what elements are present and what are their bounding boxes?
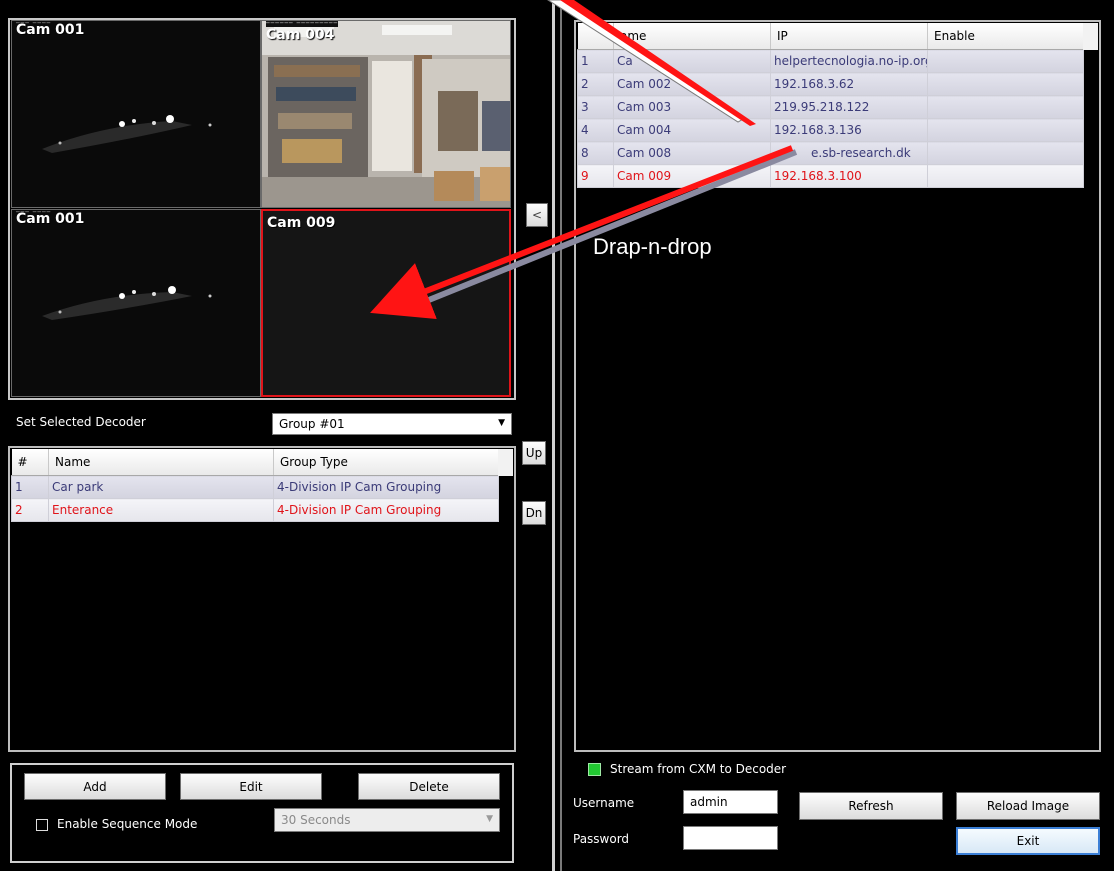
camera-enable[interactable] (927, 95, 1084, 119)
camera-name: Cam 003 (613, 95, 771, 119)
exit-button[interactable]: Exit (956, 827, 1100, 855)
sequence-interval-value: 30 Seconds (281, 813, 351, 827)
row-number: 4 (577, 118, 614, 142)
password-field[interactable] (683, 826, 778, 850)
camera-enable[interactable] (927, 49, 1084, 73)
camera-tile-4-selected[interactable]: Cam 009 (261, 209, 511, 397)
add-button[interactable]: Add (24, 773, 166, 800)
decoder-selected-value: Group #01 (279, 417, 345, 431)
groups-header-scroll-cap (498, 449, 513, 476)
camera-tile-3[interactable]: ─── ──── Cam 001 (11, 209, 261, 397)
camera-enable[interactable] (927, 141, 1084, 165)
group-name: Enterance (48, 498, 274, 522)
camera-name: Cam 008 (613, 141, 771, 165)
group-type: 4-Division IP Cam Grouping (273, 498, 499, 522)
groups-table-header: # Name Group Type (11, 449, 499, 476)
row-number: 1 (11, 475, 49, 499)
edit-button[interactable]: Edit (180, 773, 322, 800)
camera-ip: 192.168.3.100 (770, 164, 928, 188)
sequence-mode-checkbox[interactable] (36, 819, 48, 831)
camera-table-header: ame IP Enable (577, 23, 1084, 50)
camera-ip: 192.168.3.136 (770, 118, 928, 142)
column-header[interactable]: # (11, 449, 49, 476)
camera-ip: 219.95.218.122 (770, 95, 928, 119)
camera-tile-label: Cam 009 (267, 215, 336, 231)
camera-ip: 192.168.3.62 (770, 72, 928, 96)
row-number: 9 (577, 164, 614, 188)
camera-header-scroll-cap (1083, 23, 1098, 50)
table-row[interactable]: 3 Cam 003 219.95.218.122 (577, 95, 1084, 119)
move-up-button[interactable]: Up (522, 441, 546, 465)
column-header[interactable]: ame (613, 23, 771, 50)
stream-label: Stream from CXM to Decoder (610, 762, 787, 776)
username-field[interactable]: admin (683, 790, 778, 814)
username-label: Username (573, 796, 635, 810)
groups-table: # Name Group Type 1 Car park 4-Division … (11, 449, 499, 522)
table-row[interactable]: 1 Ca helpertecnologia.no-ip.org (577, 49, 1084, 73)
chevron-down-icon: ▼ (486, 814, 493, 824)
table-row[interactable]: 8 Cam 008 e.sb-research.dk (577, 141, 1084, 165)
decoder-group-select[interactable]: Group #01 ▼ (272, 413, 512, 435)
move-down-button[interactable]: Dn (522, 501, 546, 525)
table-row[interactable]: 4 Cam 004 192.168.3.136 (577, 118, 1084, 142)
overlay-meta-text: ────── ───────── (266, 20, 339, 27)
camera-tile-1[interactable]: ─── ──── Cam 001 (11, 20, 261, 208)
drag-and-drop-annotation: Drap-n-drop (593, 234, 712, 259)
row-number: 2 (577, 72, 614, 96)
group-type: 4-Division IP Cam Grouping (273, 475, 499, 499)
column-header[interactable]: Enable (927, 23, 1084, 50)
row-number: 2 (11, 498, 49, 522)
row-number: 3 (577, 95, 614, 119)
password-label: Password (573, 832, 630, 846)
camera-enable[interactable] (927, 72, 1084, 96)
camera-name: Cam 009 (613, 164, 771, 188)
table-row-selected[interactable]: 9 Cam 009 192.168.3.100 (577, 164, 1084, 188)
move-left-button[interactable]: < (526, 203, 548, 227)
night-scene-image (12, 210, 260, 396)
table-row[interactable]: 1 Car park 4-Division IP Cam Grouping (11, 475, 499, 499)
table-row-selected[interactable]: 2 Enterance 4-Division IP Cam Grouping (11, 498, 499, 522)
group-name: Car park (48, 475, 274, 499)
vertical-divider-inner (560, 0, 562, 871)
column-header[interactable]: Name (48, 449, 274, 476)
camera-name: Ca (613, 49, 771, 73)
camera-ip: helpertecnologia.no-ip.org (770, 49, 928, 73)
camera-tile-label: Cam 001 (16, 22, 85, 38)
camera-enable[interactable] (927, 164, 1084, 188)
camera-ip: e.sb-research.dk (770, 141, 928, 165)
username-value: admin (690, 795, 728, 809)
camera-tile-2[interactable]: ────── ───────── Cam 004 (261, 20, 511, 208)
column-header[interactable]: IP (770, 23, 928, 50)
night-scene-image (12, 21, 260, 207)
camera-name: Cam 002 (613, 72, 771, 96)
row-number: 8 (577, 141, 614, 165)
chevron-down-icon: ▼ (498, 418, 505, 428)
table-row[interactable]: 2 Cam 002 192.168.3.62 (577, 72, 1084, 96)
sequence-interval-select[interactable]: 30 Seconds ▼ (274, 808, 500, 832)
delete-button[interactable]: Delete (358, 773, 500, 800)
refresh-button[interactable]: Refresh (799, 792, 943, 820)
camera-tile-label: Cam 001 (16, 211, 85, 227)
camera-name: Cam 004 (613, 118, 771, 142)
column-header[interactable] (577, 23, 614, 50)
decoder-label: Set Selected Decoder (16, 415, 146, 429)
camera-tile-label: Cam 004 (266, 27, 335, 43)
sequence-mode-label: Enable Sequence Mode (57, 817, 198, 831)
column-header[interactable]: Group Type (273, 449, 499, 476)
reload-image-button[interactable]: Reload Image (956, 792, 1100, 820)
camera-table: ame IP Enable 1 Ca helpertecnologia.no-i… (577, 23, 1084, 188)
camera-enable[interactable] (927, 118, 1084, 142)
stream-status-indicator (588, 763, 601, 776)
row-number: 1 (577, 49, 614, 73)
vertical-divider (552, 0, 555, 871)
office-scene-image (262, 21, 510, 207)
